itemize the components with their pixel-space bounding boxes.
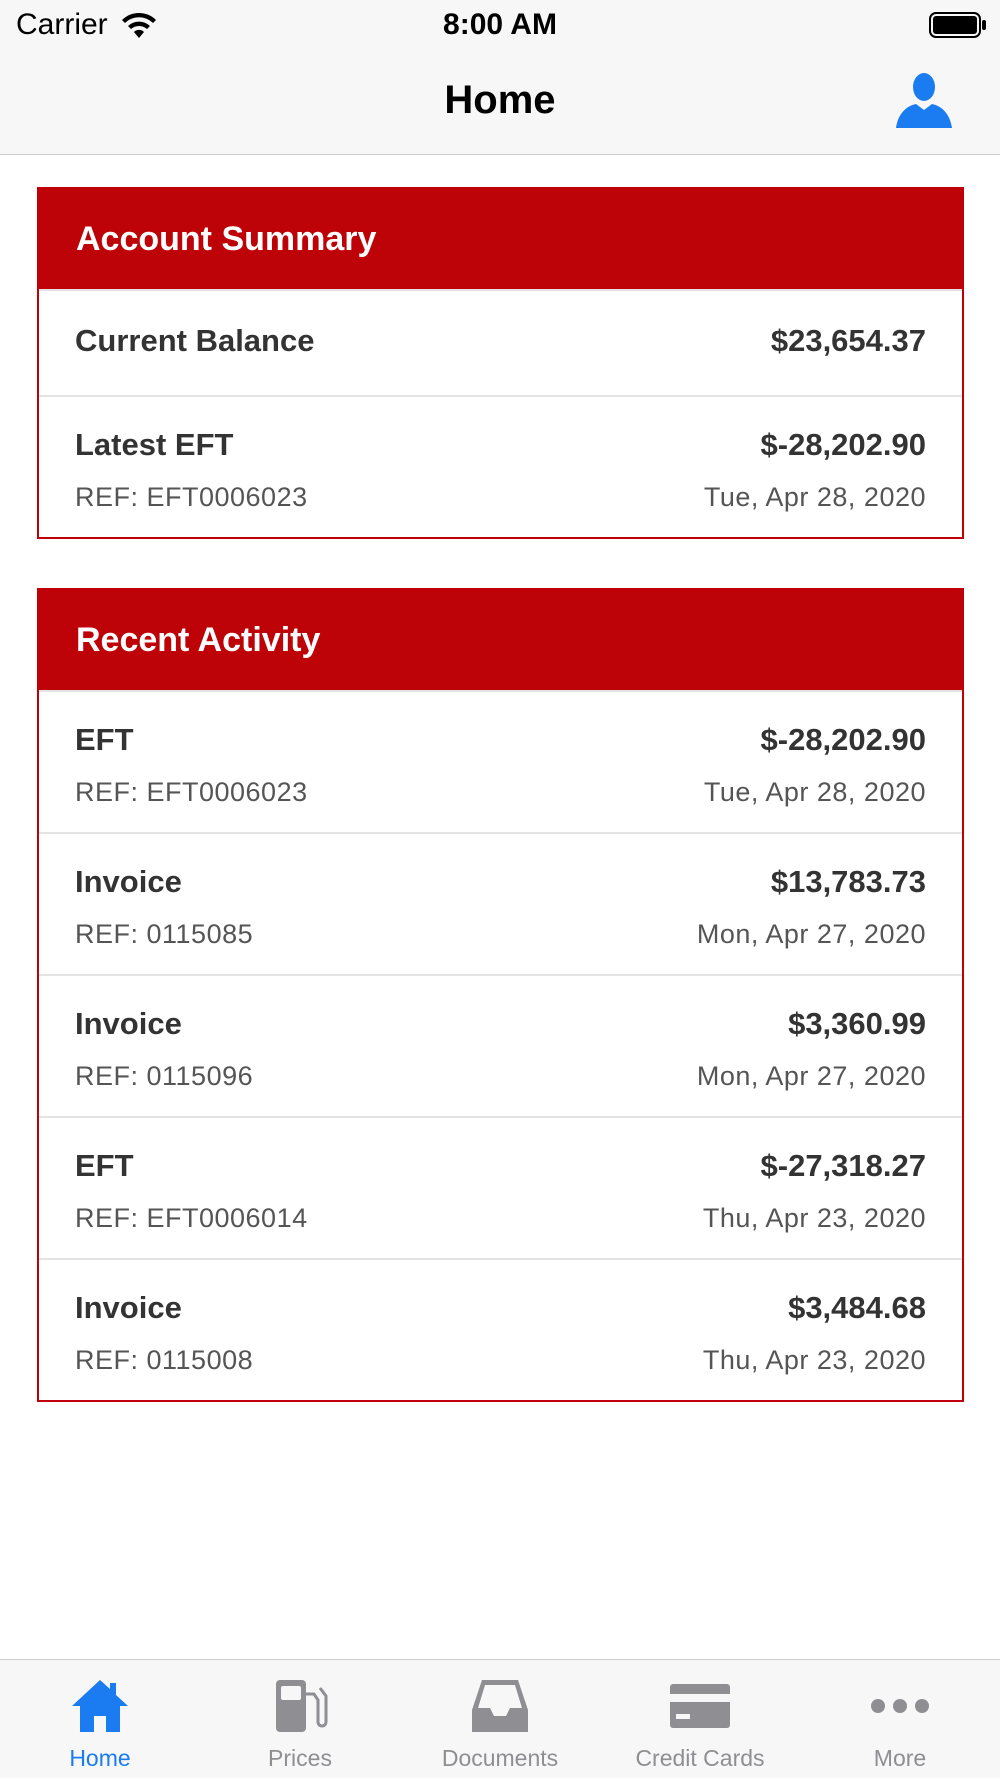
activity-amount: $-27,318.27 [760,1148,926,1183]
activity-amount: $3,360.99 [788,1006,926,1041]
tab-label: Home [69,1745,131,1771]
activity-row[interactable]: EFT $-27,318.27 REF: EFT0006014 Thu, Apr… [39,1116,962,1258]
activity-row[interactable]: Invoice $13,783.73 REF: 0115085 Mon, Apr… [39,832,962,974]
tab-bar: Home Prices Documents Credit Cards More [0,1659,1000,1778]
tab-label: Documents [441,1745,559,1771]
activity-date: Tue, Apr 28, 2020 [703,777,926,807]
more-dots-icon [871,1699,929,1713]
clock: 8:00 AM [443,8,557,41]
navigation-bar: Home [0,50,1000,155]
recent-activity-header: Recent Activity [39,590,962,690]
inbox-tray-icon [472,1680,528,1732]
account-summary-card: Account Summary Current Balance $23,654.… [37,187,964,539]
activity-ref: REF: EFT0006014 [75,1203,308,1233]
activity-ref: REF: 0115085 [75,919,254,949]
activity-type: EFT [75,1148,134,1183]
activity-date: Thu, Apr 23, 2020 [702,1203,926,1233]
home-icon [72,1680,128,1732]
tab-label: Prices [268,1745,332,1771]
latest-eft-row[interactable]: Latest EFT $-28,202.90 REF: EFT0006023 T… [39,395,962,537]
activity-amount: $3,484.68 [788,1290,926,1325]
activity-type: EFT [75,722,134,757]
activity-row[interactable]: Invoice $3,484.68 REF: 0115008 Thu, Apr … [39,1258,962,1400]
tab-prices[interactable]: Prices [200,1660,400,1778]
activity-amount: $-28,202.90 [760,722,926,757]
tab-documents[interactable]: Documents [400,1660,600,1778]
activity-date: Mon, Apr 27, 2020 [696,1061,926,1091]
profile-button[interactable] [890,70,954,134]
account-summary-header: Account Summary [39,189,962,289]
recent-activity-card: Recent Activity EFT $-28,202.90 REF: EFT… [37,588,964,1402]
activity-row[interactable]: Invoice $3,360.99 REF: 0115096 Mon, Apr … [39,974,962,1116]
latest-eft-label: Latest EFT [75,427,234,462]
page-title: Home [444,78,556,122]
activity-ref: REF: EFT0006023 [75,777,308,807]
tab-home[interactable]: Home [0,1660,200,1778]
battery-icon [929,12,986,38]
activity-type: Invoice [75,1006,182,1041]
current-balance-row[interactable]: Current Balance $23,654.37 [39,289,962,395]
activity-date: Mon, Apr 27, 2020 [696,919,926,949]
activity-type: Invoice [75,1290,182,1325]
current-balance-label: Current Balance [75,323,315,358]
tab-credit-cards[interactable]: Credit Cards [600,1660,800,1778]
activity-type: Invoice [75,864,182,899]
latest-eft-ref: REF: EFT0006023 [75,482,308,512]
status-bar: Carrier 8:00 AM [0,0,1000,50]
latest-eft-date: Tue, Apr 28, 2020 [703,482,926,512]
credit-card-icon [670,1684,730,1728]
tab-label: Credit Cards [635,1745,765,1771]
fuel-pump-icon [276,1680,328,1732]
person-icon [896,73,952,128]
latest-eft-amount: $-28,202.90 [760,427,926,462]
activity-amount: $13,783.73 [770,864,926,899]
tab-label: More [873,1745,927,1771]
tab-more[interactable]: More [800,1660,1000,1778]
activity-row[interactable]: EFT $-28,202.90 REF: EFT0006023 Tue, Apr… [39,690,962,832]
activity-ref: REF: 0115096 [75,1061,254,1091]
current-balance-amount: $23,654.37 [770,323,926,358]
activity-ref: REF: 0115008 [75,1345,254,1375]
activity-date: Thu, Apr 23, 2020 [702,1345,926,1375]
